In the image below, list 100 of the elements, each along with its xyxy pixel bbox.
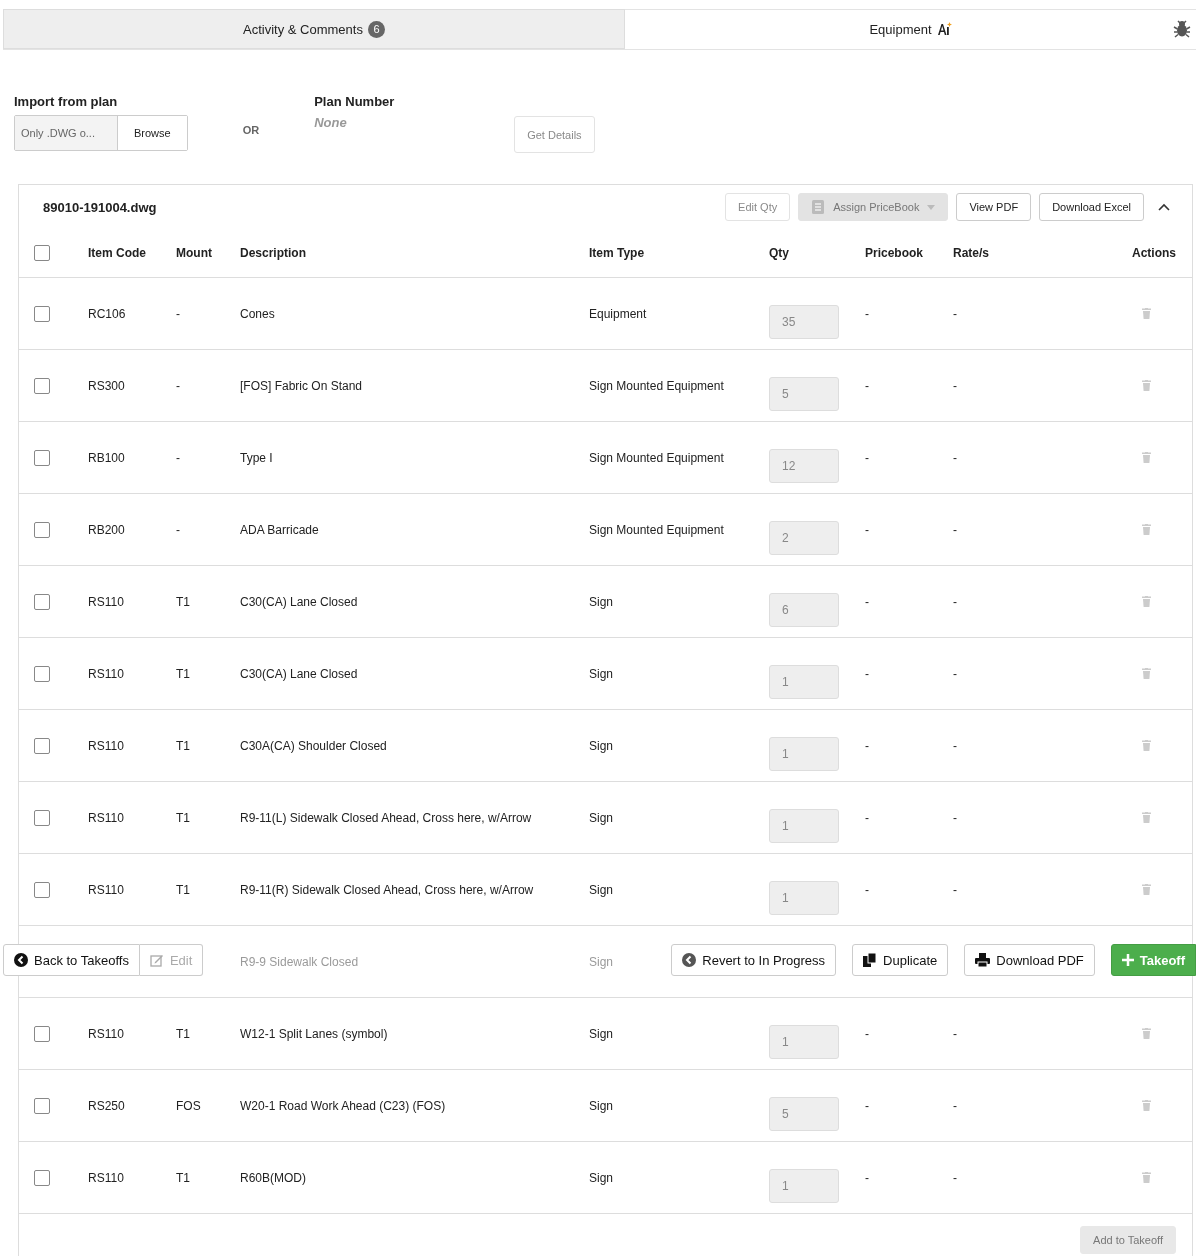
table-cell: -: [953, 522, 957, 537]
table-cell: RS110: [88, 1170, 124, 1185]
table-cell: W20-1 Road Work Ahead (C23) (FOS): [240, 1098, 446, 1113]
table-cell: T1: [176, 1026, 190, 1041]
table-cell: -: [865, 666, 869, 681]
table-cell: -: [865, 1026, 869, 1041]
checkbox[interactable]: [34, 1097, 50, 1114]
table-cell: T1: [176, 810, 190, 825]
bug-icon[interactable]: [1173, 20, 1191, 38]
table-cell: -: [953, 594, 957, 609]
plan-number-value: None: [314, 115, 348, 130]
column-header: Rate/s: [953, 246, 991, 260]
table-cell: -: [865, 450, 869, 465]
column-header: Mount: [176, 246, 213, 260]
table-cell: RB100: [88, 450, 125, 465]
table-cell: -: [953, 306, 957, 321]
field-label: Import from plan: [14, 94, 119, 109]
table-cell: Sign: [589, 738, 614, 753]
table-cell: RS110: [88, 594, 124, 609]
plus-icon: [1121, 954, 1134, 966]
table-cell: -: [865, 306, 869, 321]
table-cell: FOS: [176, 1098, 201, 1113]
table-cell: T1: [176, 666, 190, 681]
table-cell: [FOS] Fabric On Stand: [240, 378, 363, 393]
table-cell: Sign: [589, 1170, 614, 1185]
table-cell: Type I: [240, 450, 273, 465]
table-cell: T1: [176, 738, 190, 753]
caret-icon: [927, 204, 936, 210]
checkbox[interactable]: [34, 521, 50, 538]
table-cell: Sign Mounted Equipment: [589, 450, 724, 465]
table-cell: -: [865, 1098, 869, 1113]
takeoff-button[interactable]: Takeoff: [1110, 944, 1196, 976]
table-cell: Sign: [589, 882, 614, 897]
checkbox[interactable]: [34, 881, 50, 898]
table-cell: -: [953, 1170, 957, 1185]
table-cell: C30A(CA) Shoulder Closed: [240, 738, 387, 753]
column-header: Actions: [1131, 246, 1176, 260]
table-cell: W12-1 Split Lanes (symbol): [240, 1026, 388, 1041]
table-cell: RS110: [88, 810, 124, 825]
table-cell: -: [953, 666, 957, 681]
column-header: Item Type: [589, 246, 646, 260]
back-button[interactable]: Back to Takeoffs: [3, 944, 140, 976]
table-cell: -: [176, 306, 180, 321]
notebook-icon: [811, 199, 826, 215]
field-label: Plan Number: [314, 94, 396, 109]
column-header: Qty: [769, 246, 790, 260]
checkbox[interactable]: [34, 1169, 50, 1186]
table-cell: -: [953, 1098, 957, 1113]
table-cell: RS300: [88, 378, 125, 393]
checkbox[interactable]: [34, 305, 50, 322]
table-cell: -: [865, 738, 869, 753]
tab[interactable]: Activity & Comments 6: [3, 9, 625, 49]
table-cell: -: [865, 522, 869, 537]
table-cell: -: [865, 882, 869, 897]
printer-icon: [975, 953, 991, 967]
table-cell: ADA Barricade: [240, 522, 319, 537]
checkbox[interactable]: [34, 665, 50, 682]
table-cell: Equipment: [589, 306, 647, 321]
table-cell: R9-9 Sidewalk Closed: [240, 954, 359, 969]
column-header: Description: [240, 246, 307, 260]
checkbox[interactable]: [34, 1025, 50, 1042]
checkbox[interactable]: [34, 593, 50, 610]
table-cell: RB200: [88, 522, 125, 537]
toolbar-button[interactable]: Download Excel: [1039, 193, 1144, 221]
table-cell: RS110: [88, 1026, 124, 1041]
table-cell: C30(CA) Lane Closed: [240, 666, 358, 681]
table-cell: C30(CA) Lane Closed: [240, 594, 358, 609]
checkbox[interactable]: [34, 245, 50, 261]
count-badge: 6: [367, 20, 385, 38]
table-cell: -: [953, 738, 957, 753]
download-pdf-button[interactable]: Download PDF: [964, 944, 1095, 976]
copy-icon: [863, 953, 878, 967]
edit-icon: [149, 953, 164, 967]
table-cell: Sign: [589, 954, 614, 969]
table-cell: R9-11(L) Sidewalk Closed Ahead, Cross here, w/Arrow: [240, 810, 532, 825]
duplicate-button[interactable]: Duplicate: [852, 944, 949, 976]
checkbox[interactable]: [34, 449, 50, 466]
table-cell: T1: [176, 1170, 190, 1185]
chevron-icon[interactable]: [1158, 203, 1170, 211]
table-cell: Sign Mounted Equipment: [589, 378, 724, 393]
revert-button[interactable]: Revert to In Progress: [671, 944, 837, 976]
table-cell: RS110: [88, 666, 124, 681]
table-cell: Sign: [589, 1098, 614, 1113]
or-label: OR: [242, 124, 260, 136]
checkbox[interactable]: [34, 737, 50, 754]
checkbox[interactable]: [34, 377, 50, 394]
table-cell: -: [865, 594, 869, 609]
table-cell: -: [953, 450, 957, 465]
table-cell: T1: [176, 594, 190, 609]
table-cell: -: [865, 810, 869, 825]
file-name: 89010-191004.dwg: [43, 199, 157, 215]
table-cell: Sign: [589, 1026, 614, 1041]
table-cell: -: [865, 378, 869, 393]
table-cell: RS110: [88, 738, 124, 753]
toolbar-button[interactable]: View PDF: [956, 193, 1032, 221]
table-cell: RS250: [88, 1098, 125, 1113]
table-cell: -: [176, 378, 180, 393]
table-cell: R9-11(R) Sidewalk Closed Ahead, Cross here, w/Arrow: [240, 882, 534, 897]
table-cell: Sign: [589, 594, 614, 609]
checkbox[interactable]: [34, 809, 50, 826]
